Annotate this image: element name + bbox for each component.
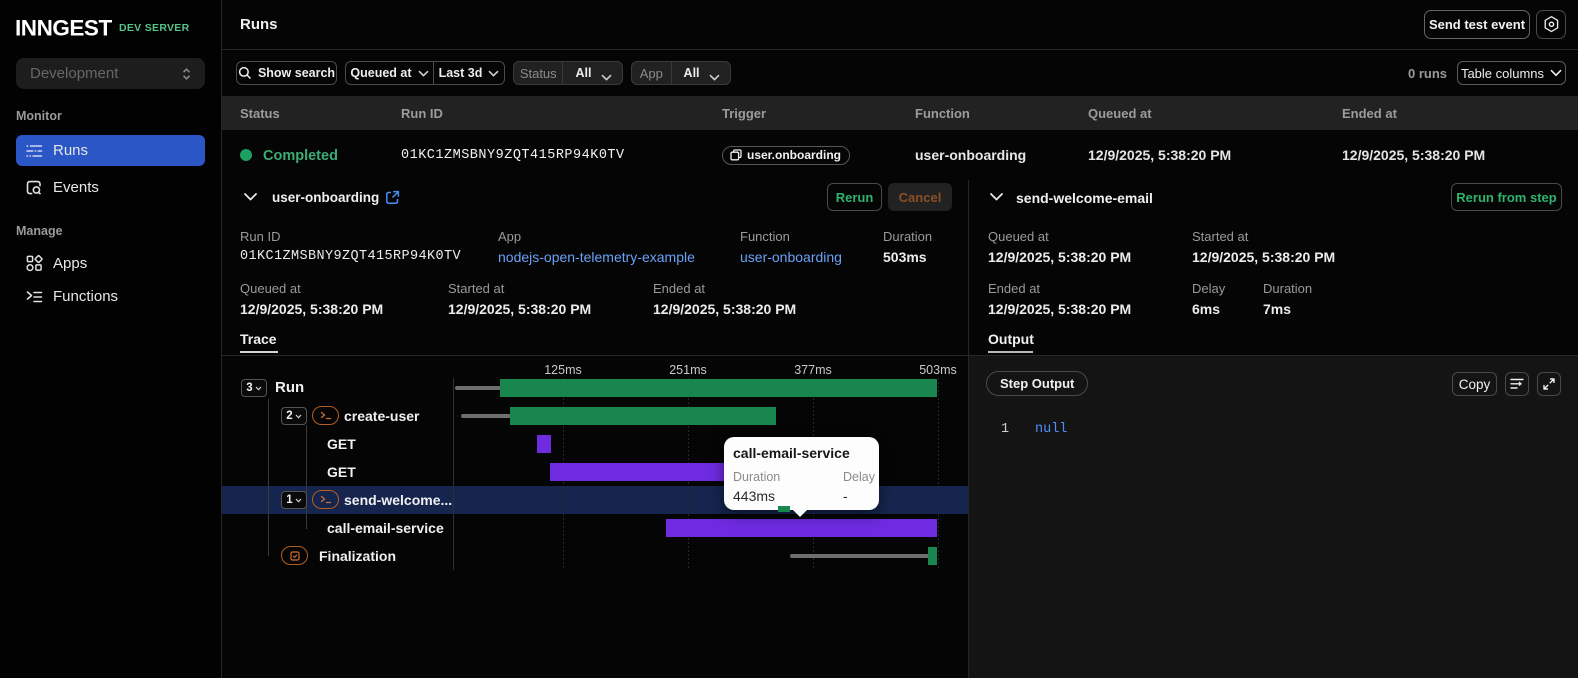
- svg-text:INNGEST: INNGEST: [16, 19, 112, 37]
